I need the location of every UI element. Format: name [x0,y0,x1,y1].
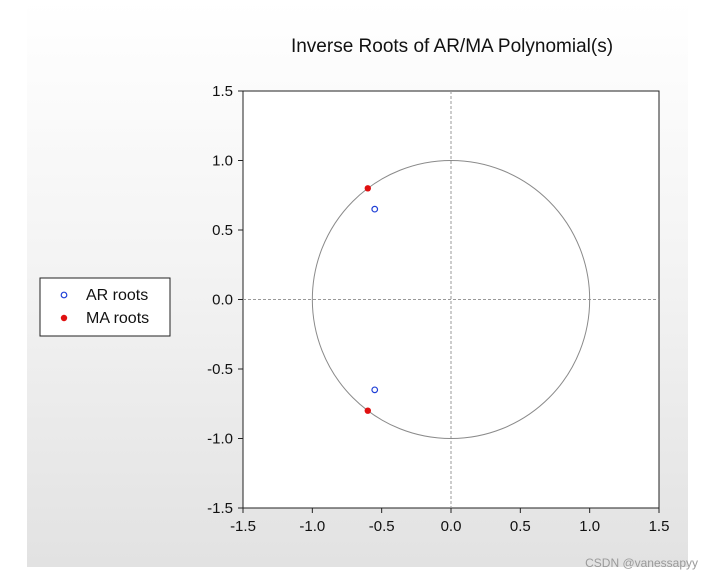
y-tick-label: 0.0 [212,292,233,309]
ma-root-point [364,185,371,192]
chart: Inverse Roots of AR/MA Polynomial(s) -1.… [39,36,669,535]
y-tick-label: -1.5 [207,500,233,517]
legend-marker-ar-roots [60,291,68,299]
legend-marker-ma-roots [60,314,68,322]
y-tick-label: -1.0 [207,431,233,448]
x-tick-label: -0.5 [369,518,395,535]
ma-root-point [364,407,371,414]
x-tick-label: 0.5 [510,518,531,535]
legend: AR roots MA roots [39,277,171,337]
y-tick-label: 1.0 [212,153,233,170]
y-tick-label: 1.5 [212,83,233,100]
ar-root-point [371,205,379,213]
y-tick-label: 0.5 [212,222,233,239]
y-axis: 1.5 1.0 0.5 0.0 -0.5 -1.0 -1.5 [207,83,243,517]
chart-title: Inverse Roots of AR/MA Polynomial(s) [291,36,613,57]
y-tick-label: -0.5 [207,361,233,378]
x-tick-label: -1.5 [230,518,256,535]
legend-label-ar-roots: AR roots [86,287,148,304]
legend-label-ma-roots: MA roots [86,310,149,327]
ar-root-point [371,386,379,394]
x-tick-label: -1.0 [299,518,325,535]
x-axis: -1.5 -1.0 -0.5 0.0 0.5 1.0 1.5 [230,508,669,535]
x-tick-label: 1.0 [579,518,600,535]
watermark: CSDN @vanessapyy [585,556,698,570]
x-tick-label: 1.5 [649,518,670,535]
x-tick-label: 0.0 [441,518,462,535]
